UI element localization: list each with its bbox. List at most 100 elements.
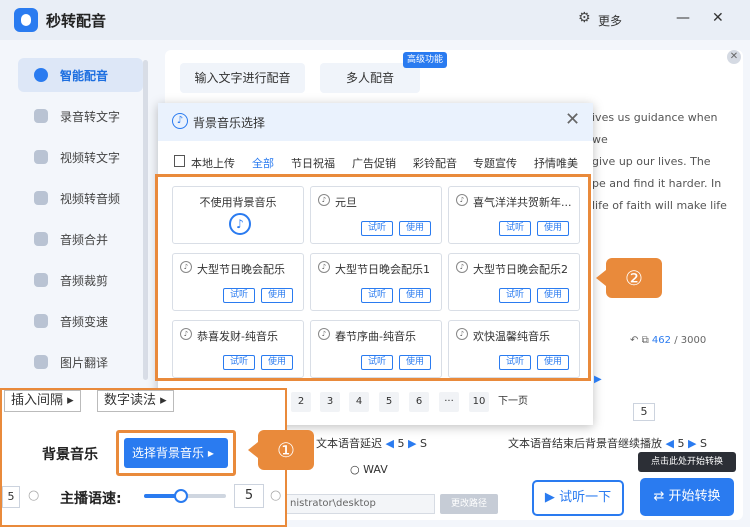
modal-close-icon[interactable]: ✕ [565, 109, 580, 130]
char-counter: ↶ ⧉ 462 / 3000 [630, 335, 706, 346]
sidebar-item-video-to-audio[interactable]: 视频转音频 [18, 181, 143, 215]
speed-slider[interactable] [144, 489, 226, 503]
tab-text-input[interactable]: 输入文字进行配音 [180, 63, 305, 93]
char-count: 462 [651, 335, 671, 346]
convert-tooltip: 点击此处开始转换 [638, 452, 736, 472]
page-ellipsis: ··· [439, 392, 459, 412]
sidebar-item-smart-dubbing[interactable]: 智能配音 [18, 58, 143, 92]
char-limit: / 3000 [674, 335, 707, 346]
audio-text-icon [34, 109, 48, 123]
music-grid-highlight [155, 174, 591, 381]
bgm-after-label: 文本语音结束后背景音继续播放 [508, 437, 662, 450]
modal-title: 背景音乐选择 [193, 116, 266, 130]
page-button[interactable]: 5 [379, 392, 399, 412]
minimize-icon[interactable]: — [676, 10, 690, 26]
image-icon [34, 355, 48, 369]
upload-local-button[interactable]: 本地上传 [191, 155, 235, 171]
radio-icon[interactable]: ○ [28, 488, 39, 503]
sidebar-item-label: 视频转文字 [60, 150, 121, 165]
number-reading-button[interactable]: 数字读法 ▸ [97, 390, 174, 412]
page-button[interactable]: 4 [349, 392, 369, 412]
category-tab[interactable]: 专题宣传 [473, 155, 517, 171]
sidebar-item-label: 录音转文字 [60, 109, 121, 124]
advanced-badge: 高级功能 [403, 52, 448, 68]
copy-icon[interactable]: ⧉ [642, 335, 649, 346]
video-audio-icon [34, 191, 48, 205]
listen-button[interactable]: ▶ 试听一下 [532, 480, 624, 516]
output-path-field[interactable]: nistrator\desktop [285, 494, 435, 514]
play-icon: ▶ [544, 490, 560, 505]
bgm-after-row: 文本语音结束后背景音继续播放 ◀ 5 ▶ S [508, 435, 707, 451]
step-marker-1: ① [248, 430, 314, 470]
sidebar-item-audio-trim[interactable]: 音频裁剪 [18, 263, 143, 297]
more-menu[interactable]: 更多 [598, 12, 622, 29]
text-editor[interactable]: ives us guidance when we give up our liv… [592, 107, 732, 217]
speed-value-field[interactable]: 5 [234, 484, 264, 508]
page-button[interactable]: 3 [320, 392, 340, 412]
scroll-right-icon[interactable]: ▶ [594, 374, 602, 385]
close-window-icon[interactable]: ✕ [712, 10, 724, 26]
sidebar-item-label: 智能配音 [60, 68, 109, 83]
settings-icon[interactable]: ⚙ [578, 10, 591, 26]
step-marker-2: ② [596, 258, 662, 298]
speed-label: 主播语速: [60, 491, 122, 507]
sidebar-item-audio-to-text[interactable]: 录音转文字 [18, 99, 143, 133]
editor-line: give up our lives. The [592, 155, 711, 168]
sidebar-item-label: 音频合并 [60, 232, 109, 247]
sidebar: 智能配音 录音转文字 视频转文字 视频转音频 音频合并 音频裁剪 音频变速 图片… [18, 55, 148, 385]
insert-pause-button[interactable]: 插入间隔 ▸ [4, 390, 81, 412]
category-tab[interactable]: 广告促销 [352, 155, 396, 171]
page-button[interactable]: 6 [409, 392, 429, 412]
format-wav-option[interactable]: ○ WAV [350, 463, 388, 476]
sidebar-item-image-translate[interactable]: 图片翻译 [18, 345, 143, 379]
format-wav-label: WAV [363, 463, 388, 476]
tts-delay-label: 文本语音延迟 [316, 437, 382, 450]
category-tab[interactable]: 抒情唯美 [534, 155, 578, 171]
category-tabs: 本地上传 全部 节日祝福 广告促销 彩铃配音 专题宣传 抒情唯美 [158, 155, 593, 175]
modal-header: ♪ 背景音乐选择 ✕ [158, 103, 593, 141]
decrease-icon[interactable]: ◀ [666, 437, 674, 450]
undo-icon[interactable]: ↶ [630, 335, 638, 346]
scissors-icon [34, 273, 48, 287]
sidebar-item-audio-speed[interactable]: 音频变速 [18, 304, 143, 338]
decrease-icon[interactable]: ◀ [386, 437, 394, 450]
video-text-icon [34, 150, 48, 164]
sidebar-item-video-to-text[interactable]: 视频转文字 [18, 140, 143, 174]
sidebar-item-audio-merge[interactable]: 音频合并 [18, 222, 143, 256]
tts-delay-value[interactable]: 5 [397, 437, 404, 450]
category-tab[interactable]: 彩铃配音 [413, 155, 457, 171]
convert-button-label: 开始转换 [668, 489, 721, 504]
speed-icon [34, 314, 48, 328]
convert-icon: ⇄ [653, 489, 669, 504]
app-window: 秒转配音 ⚙ 更多 — ✕ 智能配音 录音转文字 视频转文字 视频转音频 音频合… [0, 0, 750, 527]
upload-icon[interactable] [174, 155, 185, 167]
page-button[interactable]: 2 [291, 392, 311, 412]
editor-line: pe and find it harder. In [592, 177, 722, 190]
sidebar-item-label: 视频转音频 [60, 191, 121, 206]
title-bar: 秒转配音 ⚙ 更多 — ✕ [0, 0, 750, 40]
bgm-label: 背景音乐 [42, 447, 98, 463]
radio-icon[interactable]: ○ [270, 488, 281, 503]
sidebar-item-label: 图片翻译 [60, 355, 109, 370]
editor-line: ives us guidance when we [592, 111, 718, 146]
speed-slider-handle[interactable] [174, 489, 188, 503]
page-button[interactable]: 10 [469, 392, 489, 412]
left-value-field[interactable]: 5 [2, 486, 20, 508]
close-panel-icon[interactable]: ✕ [727, 50, 741, 64]
category-tab[interactable]: 节日祝福 [291, 155, 335, 171]
next-page-button[interactable]: 下一页 [497, 392, 529, 412]
increase-icon[interactable]: ▶ [688, 437, 696, 450]
bgm-after-value[interactable]: 5 [677, 437, 684, 450]
change-path-button[interactable]: 更改路径 [440, 494, 498, 514]
tts-delay-unit: S [419, 437, 427, 450]
increase-icon[interactable]: ▶ [408, 437, 416, 450]
category-tab[interactable]: 全部 [252, 155, 274, 171]
select-bgm-highlight [116, 430, 236, 476]
pause-value-field[interactable]: 5 [633, 403, 655, 421]
sidebar-scrollbar[interactable] [143, 60, 148, 380]
bgm-after-unit: S [699, 437, 707, 450]
zoom-inset: 插入间隔 ▸ 数字读法 ▸ 背景音乐 选择背景音乐 ▸ 5 ○ 主播语速: 5 … [0, 388, 287, 527]
microphone-icon [34, 68, 48, 82]
convert-button[interactable]: ⇄ 开始转换 [640, 478, 734, 516]
app-title: 秒转配音 [46, 12, 107, 30]
